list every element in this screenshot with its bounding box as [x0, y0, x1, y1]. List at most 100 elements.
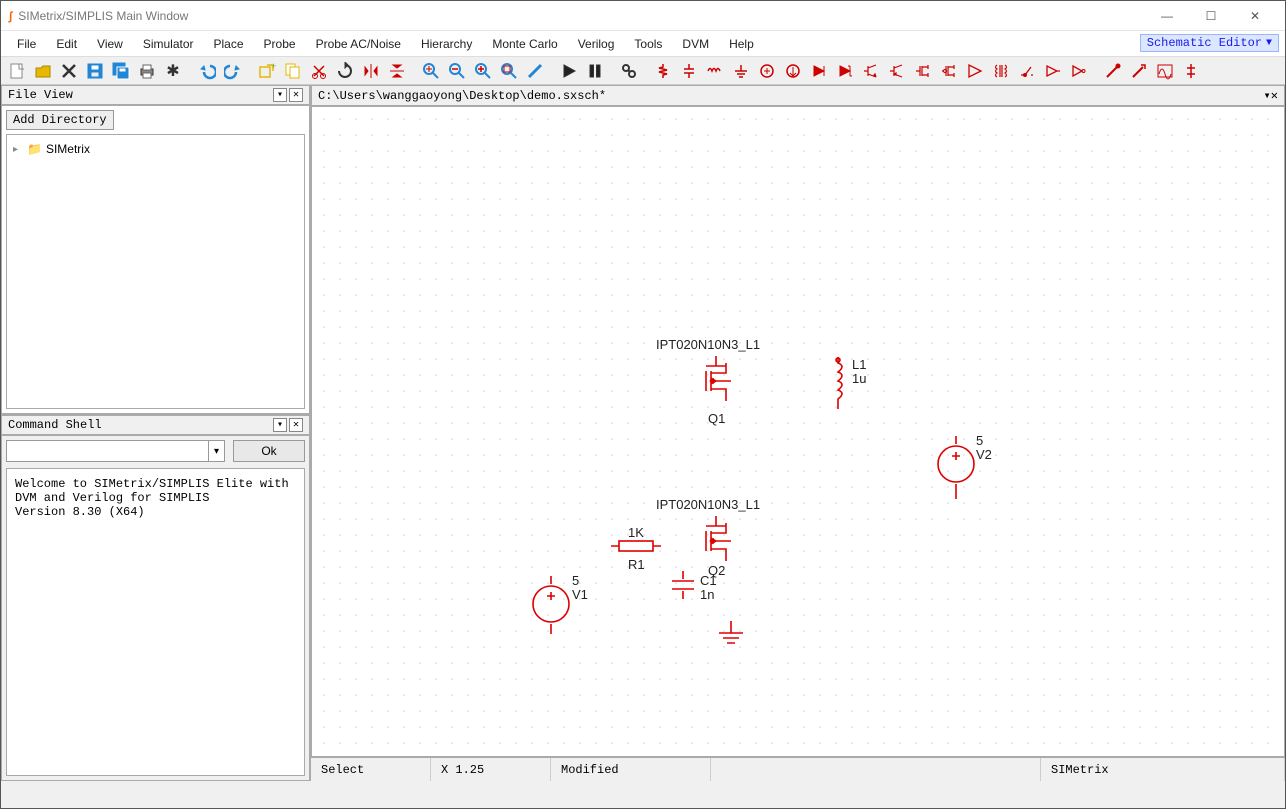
file-view-panel: File View ▾ ✕ Add Directory ▸ 📁 SIMetrix	[1, 85, 310, 415]
menu-file[interactable]: File	[7, 33, 46, 55]
print-icon[interactable]	[135, 59, 159, 83]
panel-close-icon[interactable]: ✕	[1271, 88, 1278, 103]
command-shell-panel: Command Shell ▾ ✕ ▾ Ok Welcome to SIMetr…	[1, 415, 310, 781]
probe-v-icon[interactable]	[1101, 59, 1125, 83]
menu-probe-ac-noise[interactable]: Probe AC/Noise	[306, 33, 411, 55]
capacitor-icon[interactable]	[677, 59, 701, 83]
new-icon[interactable]	[5, 59, 29, 83]
zoom-out-icon[interactable]	[445, 59, 469, 83]
zoom-fit-icon[interactable]	[419, 59, 443, 83]
zoom-in-icon[interactable]	[471, 59, 495, 83]
menu-view[interactable]: View	[87, 33, 133, 55]
resistor-icon[interactable]	[651, 59, 675, 83]
schematic-panel: C:\Users\wanggaoyong\Desktop\demo.sxsch*…	[311, 85, 1285, 781]
duplicate-icon[interactable]: +	[255, 59, 279, 83]
maximize-button[interactable]: ☐	[1189, 2, 1233, 30]
settings-icon[interactable]: ✱	[161, 59, 185, 83]
diode-icon[interactable]	[807, 59, 831, 83]
probe-i-icon[interactable]	[1127, 59, 1151, 83]
chevron-down-icon[interactable]: ▾	[208, 441, 224, 461]
component-mosfet-q2[interactable]	[686, 511, 746, 571]
pmos-icon[interactable]	[937, 59, 961, 83]
schematic-canvas-wrap: IPT020N10N3_L1 Q1 IPT020N10N3_L1 Q2 1K R…	[311, 106, 1285, 757]
close-button[interactable]: ✕	[1233, 2, 1277, 30]
marker-icon[interactable]	[1179, 59, 1203, 83]
npn-icon[interactable]	[859, 59, 883, 83]
toolbar: ✱ +	[1, 57, 1285, 85]
panel-close-icon[interactable]: ✕	[289, 88, 303, 102]
component-mosfet-q1[interactable]	[686, 351, 746, 411]
panel-menu-icon[interactable]: ▾	[273, 88, 287, 102]
menu-place[interactable]: Place	[204, 33, 254, 55]
isource-icon[interactable]	[781, 59, 805, 83]
file-view-title-bar: File View ▾ ✕	[1, 85, 310, 105]
rotate-icon[interactable]	[333, 59, 357, 83]
component-capacitor-c1[interactable]	[668, 571, 698, 601]
nmos-icon[interactable]	[911, 59, 935, 83]
ground-icon[interactable]	[729, 59, 753, 83]
zener-icon[interactable]	[833, 59, 857, 83]
c1-ref-label: C1	[700, 573, 717, 588]
open-icon[interactable]	[31, 59, 55, 83]
minimize-button[interactable]: —	[1145, 2, 1189, 30]
mirror-icon[interactable]	[359, 59, 383, 83]
component-vsource-v2[interactable]	[936, 436, 976, 501]
vsource-icon[interactable]	[755, 59, 779, 83]
component-inductor-l1[interactable]	[828, 357, 848, 417]
menu-dvm[interactable]: DVM	[672, 33, 719, 55]
waveform-icon[interactable]	[1153, 59, 1177, 83]
component-vsource-v1[interactable]	[531, 576, 571, 636]
pnp-icon[interactable]	[885, 59, 909, 83]
inductor-icon[interactable]	[703, 59, 727, 83]
command-shell-title-bar: Command Shell ▾ ✕	[1, 415, 310, 435]
save-all-icon[interactable]	[109, 59, 133, 83]
copy-icon[interactable]	[281, 59, 305, 83]
zoom-area-icon[interactable]	[497, 59, 521, 83]
status-spacer	[711, 758, 1041, 781]
tree-item[interactable]: ▸ 📁 SIMetrix	[13, 141, 298, 157]
transformer-icon[interactable]	[989, 59, 1013, 83]
switch-icon[interactable]	[1015, 59, 1039, 83]
app-logo-icon: ∫	[9, 9, 12, 23]
save-icon[interactable]	[83, 59, 107, 83]
schematic-canvas[interactable]: IPT020N10N3_L1 Q1 IPT020N10N3_L1 Q2 1K R…	[316, 111, 1280, 752]
redo-icon[interactable]	[221, 59, 245, 83]
command-input[interactable]: ▾	[6, 440, 225, 462]
l1-val-label: 1u	[852, 371, 866, 386]
wire-icon[interactable]	[523, 59, 547, 83]
panel-close-icon[interactable]: ✕	[289, 418, 303, 432]
mode-selector[interactable]: Schematic Editor ▼	[1140, 34, 1279, 52]
not-gate-icon[interactable]	[1067, 59, 1091, 83]
svg-text:+: +	[271, 62, 276, 71]
flip-icon[interactable]	[385, 59, 409, 83]
menu-edit[interactable]: Edit	[46, 33, 87, 55]
status-mode: Select	[311, 758, 431, 781]
r1-ref-label: R1	[628, 557, 645, 572]
add-directory-button[interactable]: Add Directory	[6, 110, 114, 130]
menu-tools[interactable]: Tools	[624, 33, 672, 55]
ok-button[interactable]: Ok	[233, 440, 305, 462]
opamp-icon[interactable]	[963, 59, 987, 83]
undo-icon[interactable]	[195, 59, 219, 83]
status-zoom: X 1.25	[431, 758, 551, 781]
file-view-title: File View	[8, 88, 73, 102]
cut-icon[interactable]	[307, 59, 331, 83]
search-part-icon[interactable]	[617, 59, 641, 83]
menu-verilog[interactable]: Verilog	[568, 33, 625, 55]
file-tree[interactable]: ▸ 📁 SIMetrix	[6, 134, 305, 409]
tree-expand-icon[interactable]: ▸	[13, 144, 23, 155]
delete-icon[interactable]	[57, 59, 81, 83]
menu-probe[interactable]: Probe	[254, 33, 306, 55]
panel-menu-icon[interactable]: ▾	[1264, 88, 1271, 103]
window-title: SIMetrix/SIMPLIS Main Window	[18, 9, 1145, 23]
run-icon[interactable]	[557, 59, 581, 83]
component-ground[interactable]	[716, 621, 746, 651]
menu-monte-carlo[interactable]: Monte Carlo	[482, 33, 567, 55]
menu-simulator[interactable]: Simulator	[133, 33, 204, 55]
buffer-icon[interactable]	[1041, 59, 1065, 83]
menu-help[interactable]: Help	[719, 33, 764, 55]
panel-menu-icon[interactable]: ▾	[273, 418, 287, 432]
status-simulator: SIMetrix	[1041, 758, 1285, 781]
pause-icon[interactable]	[583, 59, 607, 83]
menu-hierarchy[interactable]: Hierarchy	[411, 33, 482, 55]
